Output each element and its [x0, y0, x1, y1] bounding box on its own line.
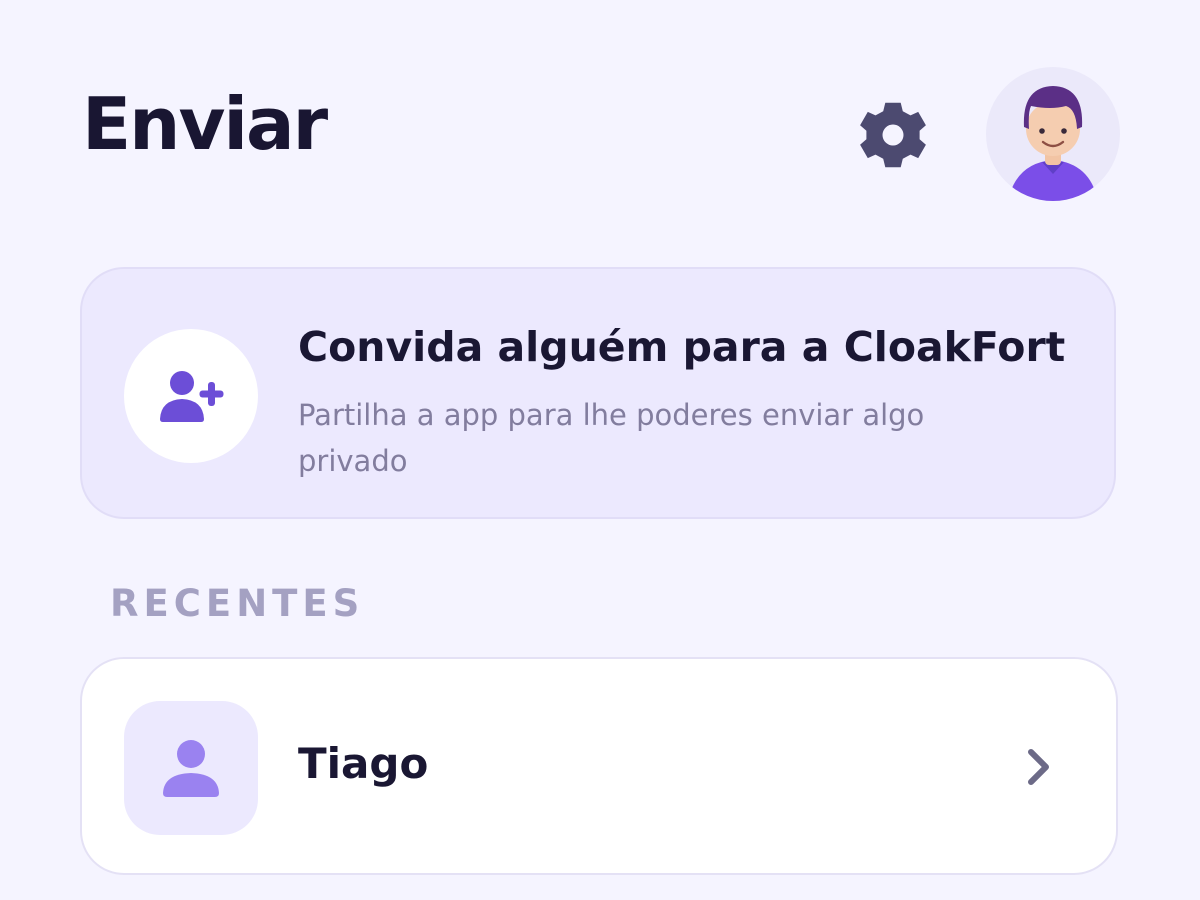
page-title: Enviar [82, 82, 328, 166]
person-icon [163, 740, 219, 797]
chevron-right-icon [1028, 749, 1049, 785]
send-screen: Enviar Convida alguém para a CloakFort P… [0, 0, 1200, 900]
contact-avatar [124, 701, 258, 835]
user-avatar[interactable] [986, 67, 1120, 201]
invite-icon-container [124, 329, 258, 463]
invite-subtitle: Partilha a app para lhe poderes enviar a… [298, 398, 925, 478]
contact-name: Tiago [298, 739, 429, 788]
settings-button[interactable] [856, 98, 930, 172]
recent-contact-row[interactable]: Tiago [80, 657, 1118, 875]
user-plus-icon [160, 371, 224, 422]
invite-card[interactable]: Convida alguém para a CloakFort Partilha… [80, 267, 1116, 519]
user-avatar-icon [1008, 86, 1098, 201]
recent-section-label: RECENTES [110, 582, 365, 625]
gear-icon [860, 102, 926, 168]
invite-title: Convida alguém para a CloakFort [298, 323, 1066, 371]
